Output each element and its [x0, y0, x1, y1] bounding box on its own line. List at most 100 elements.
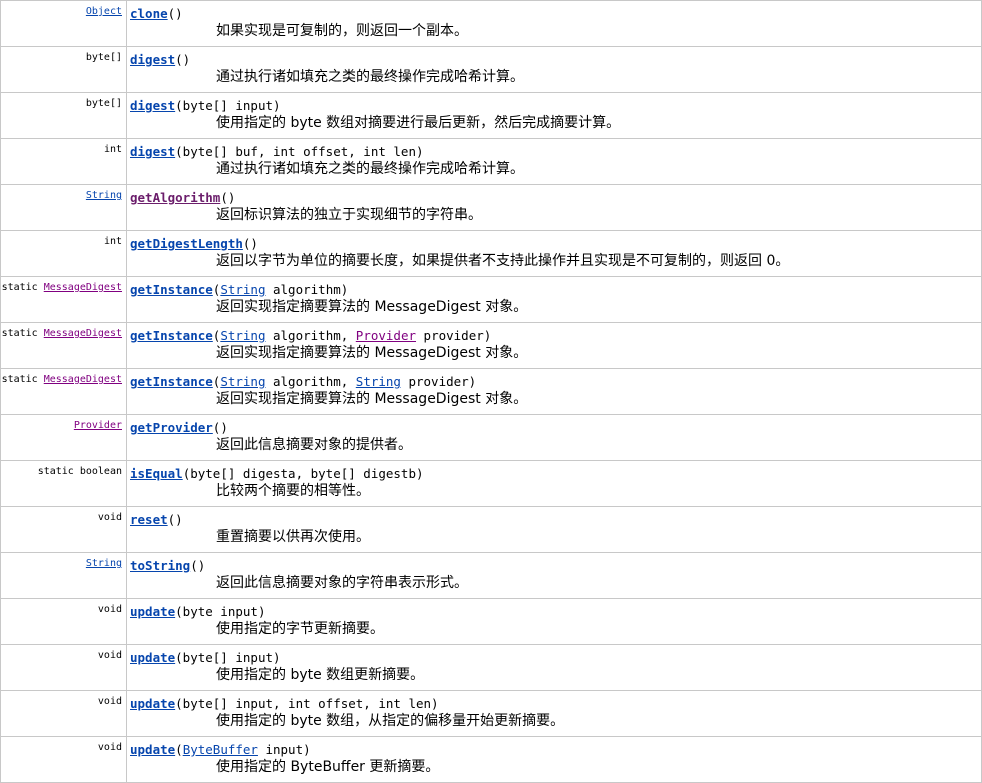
method-description: 使用指定的 byte 数组更新摘要。 [216, 667, 425, 683]
modifier-and-type: void [1, 691, 124, 708]
static-modifier: static [1, 282, 44, 293]
method-name-link[interactable]: update [130, 604, 175, 619]
method-detail-cell: digest() 通过执行诸如填充之类的最终操作完成哈希计算。 [126, 46, 982, 93]
method-description: 使用指定的字节更新摘要。 [216, 621, 384, 637]
modifier-and-type: void [1, 507, 124, 524]
method-description: 通过执行诸如填充之类的最终操作完成哈希计算。 [216, 69, 524, 85]
method-signature: digest(byte[] buf, int offset, int len) [130, 139, 981, 160]
method-name-link[interactable]: digest [130, 144, 175, 159]
return-type-link[interactable]: MessageDigest [44, 328, 122, 339]
method-row: byte[] digest(byte[] input) 使用指定的 byte 数组对… [0, 92, 982, 139]
method-signature: digest() [130, 47, 981, 68]
param-text: () [212, 420, 228, 435]
method-signature: isEqual(byte[] digesta, byte[] digestb) [130, 461, 981, 482]
method-name-link[interactable]: update [130, 742, 175, 757]
method-detail-cell: clone() 如果实现是可复制的，则返回一个副本。 [126, 0, 982, 47]
modifier-cell: void [0, 598, 127, 645]
method-signature: update(byte[] input) [130, 645, 981, 666]
modifier-and-type: String [1, 553, 124, 570]
method-detail-cell: getInstance(String algorithm, String pro… [126, 368, 982, 415]
method-description: 重置摘要以供再次使用。 [216, 529, 370, 545]
modifier-cell: static boolean [0, 460, 127, 507]
return-type-link[interactable]: MessageDigest [44, 374, 122, 385]
method-detail-cell: getInstance(String algorithm) 返回实现指定摘要算法的… [126, 276, 982, 323]
method-row: String getAlgorithm() 返回标识算法的独立于实现细节的字符串。 [0, 184, 982, 231]
param-type-link[interactable]: String [220, 374, 265, 389]
return-type-link[interactable]: String [86, 190, 122, 201]
modifier-and-type: byte[] [1, 93, 124, 110]
return-type-link[interactable]: String [86, 558, 122, 569]
modifier-cell: static MessageDigest [0, 322, 127, 369]
method-name-link[interactable]: toString [130, 558, 190, 573]
param-text: (byte[] input, int offset, int len) [175, 696, 439, 711]
param-text: input) [257, 742, 311, 757]
method-detail-cell: update(byte[] input, int offset, int len… [126, 690, 982, 737]
static-modifier: static [37, 466, 80, 477]
method-name-link[interactable]: getDigestLength [130, 236, 243, 251]
method-name-link[interactable]: clone [130, 6, 168, 21]
param-type-link[interactable]: Provider [356, 328, 416, 343]
param-text: (byte[] buf, int offset, int len) [175, 144, 424, 159]
method-name-link[interactable]: isEqual [130, 466, 183, 481]
method-detail-cell: digest(byte[] input) 使用指定的 byte 数组对摘要进行最后… [126, 92, 982, 139]
method-row: byte[] digest() 通过执行诸如填充之类的最终操作完成哈希计算。 [0, 46, 982, 93]
method-row: Object clone() 如果实现是可复制的，则返回一个副本。 [0, 0, 982, 47]
static-modifier: static [1, 328, 44, 339]
method-description: 返回此信息摘要对象的提供者。 [216, 437, 412, 453]
modifier-cell: String [0, 184, 127, 231]
method-detail-cell: getDigestLength() 返回以字节为单位的摘要长度，如果提供者不支持此… [126, 230, 982, 277]
modifier-cell: void [0, 690, 127, 737]
modifier-and-type: static MessageDigest [1, 323, 124, 340]
method-row: static MessageDigest getInstance(String a… [0, 322, 982, 369]
param-text: ( [175, 742, 183, 757]
param-text: algorithm) [265, 282, 349, 297]
method-description: 比较两个摘要的相等性。 [216, 483, 370, 499]
method-name-link[interactable]: digest [130, 52, 175, 67]
param-text: (byte[] input) [175, 650, 281, 665]
param-type-link[interactable]: ByteBuffer [183, 742, 258, 757]
modifier-cell: int [0, 230, 127, 277]
modifier-cell: int [0, 138, 127, 185]
method-name-link[interactable]: update [130, 696, 175, 711]
method-name-link[interactable]: reset [130, 512, 168, 527]
method-name-link[interactable]: getInstance [130, 328, 213, 343]
param-text: (byte[] digesta, byte[] digestb) [182, 466, 424, 481]
param-text: (byte[] input) [175, 98, 281, 113]
param-text: () [220, 190, 236, 205]
method-row: void update(byte[] input) 使用指定的 byte 数组更新摘… [0, 644, 982, 691]
method-name-link[interactable]: digest [130, 98, 175, 113]
method-description: 返回实现指定摘要算法的 MessageDigest 对象。 [216, 345, 528, 361]
method-name-link[interactable]: getInstance [130, 282, 213, 297]
modifier-cell: void [0, 736, 127, 783]
method-row: static MessageDigest getInstance(String a… [0, 368, 982, 415]
method-signature: update(byte[] input, int offset, int len… [130, 691, 981, 712]
param-text: algorithm, [265, 328, 356, 343]
modifier-cell: byte[] [0, 46, 127, 93]
return-type: void [97, 742, 122, 753]
method-description: 返回实现指定摘要算法的 MessageDigest 对象。 [216, 299, 528, 315]
param-type-link[interactable]: String [356, 374, 401, 389]
param-type-link[interactable]: String [220, 328, 265, 343]
method-name-link[interactable]: getAlgorithm [130, 190, 220, 205]
method-detail-cell: update(byte input) 使用指定的字节更新摘要。 [126, 598, 982, 645]
modifier-cell: static MessageDigest [0, 368, 127, 415]
param-text: () [190, 558, 206, 573]
param-type-link[interactable]: String [220, 282, 265, 297]
method-summary-table: Object clone() 如果实现是可复制的，则返回一个副本。 byte[] dig… [0, 0, 982, 783]
method-name-link[interactable]: getInstance [130, 374, 213, 389]
modifier-and-type: String [1, 185, 124, 202]
method-name-link[interactable]: getProvider [130, 420, 213, 435]
param-text: provider) [400, 374, 477, 389]
method-detail-cell: digest(byte[] buf, int offset, int len) 通… [126, 138, 982, 185]
return-type: int [103, 236, 122, 247]
return-type: byte[] [85, 52, 122, 63]
method-description: 使用指定的 ByteBuffer 更新摘要。 [216, 759, 440, 775]
method-name-link[interactable]: update [130, 650, 175, 665]
param-text: () [167, 6, 183, 21]
return-type-link[interactable]: Object [86, 6, 122, 17]
modifier-and-type: void [1, 599, 124, 616]
modifier-and-type: int [1, 139, 124, 156]
method-detail-cell: update(byte[] input) 使用指定的 byte 数组更新摘要。 [126, 644, 982, 691]
return-type-link[interactable]: MessageDigest [44, 282, 122, 293]
return-type-link[interactable]: Provider [74, 420, 122, 431]
